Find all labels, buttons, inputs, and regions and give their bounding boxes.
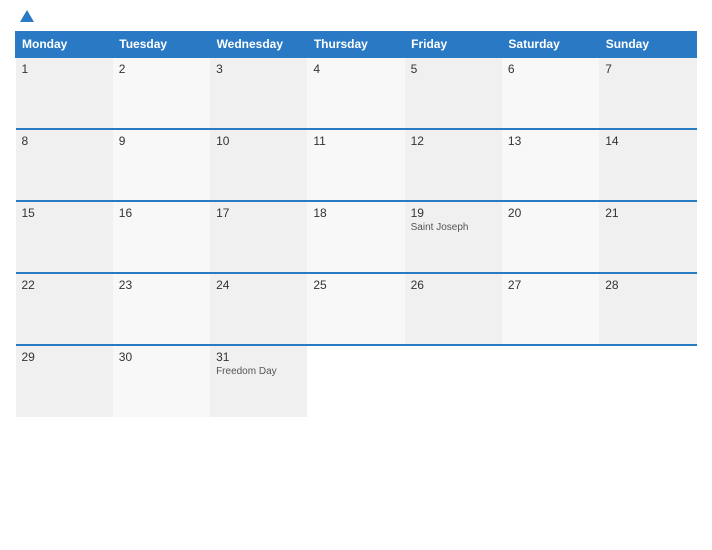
calendar-cell: 23	[113, 273, 210, 345]
calendar-week-row: 89 10 11 12 13 14	[16, 129, 697, 201]
day-number: 18	[313, 206, 398, 220]
calendar-cell	[599, 345, 696, 417]
calendar-cell: 31 Freedom Day	[210, 345, 307, 417]
day-number: 21	[605, 206, 690, 220]
day-number: 29	[22, 350, 107, 364]
calendar-cell: 8	[16, 129, 113, 201]
holiday-label: Saint Joseph	[411, 222, 496, 233]
day-number: 1	[22, 62, 107, 76]
calendar-cell: 22	[16, 273, 113, 345]
calendar-cell: 29	[16, 345, 113, 417]
calendar-cell: 11	[307, 129, 404, 201]
day-number: 24	[216, 278, 301, 292]
logo-blue-text	[20, 10, 36, 23]
day-number: 22	[22, 278, 107, 292]
col-header-tuesday: Tuesday	[113, 32, 210, 58]
calendar-cell: 17	[210, 201, 307, 273]
day-number: 6	[508, 62, 593, 76]
day-number: 11	[313, 134, 398, 148]
calendar-container: MondayTuesdayWednesdayThursdayFridaySatu…	[0, 0, 712, 550]
day-number: 28	[605, 278, 690, 292]
col-header-wednesday: Wednesday	[210, 32, 307, 58]
col-header-friday: Friday	[405, 32, 502, 58]
calendar-header-row: MondayTuesdayWednesdayThursdayFridaySatu…	[16, 32, 697, 58]
day-number: 27	[508, 278, 593, 292]
day-number: 26	[411, 278, 496, 292]
calendar-cell: 21	[599, 201, 696, 273]
calendar-header	[15, 10, 697, 23]
calendar-cell: 10	[210, 129, 307, 201]
day-number: 20	[508, 206, 593, 220]
day-number: 9	[119, 134, 204, 148]
calendar-cell	[502, 345, 599, 417]
day-number: 15	[22, 206, 107, 220]
calendar-cell: 9	[113, 129, 210, 201]
day-number: 14	[605, 134, 690, 148]
calendar-cell: 25	[307, 273, 404, 345]
calendar-cell: 6	[502, 57, 599, 129]
calendar-cell: 20	[502, 201, 599, 273]
day-number: 17	[216, 206, 301, 220]
day-number: 2	[119, 62, 204, 76]
day-number: 7	[605, 62, 690, 76]
calendar-cell: 13	[502, 129, 599, 201]
calendar-cell	[307, 345, 404, 417]
calendar-cell: 1	[16, 57, 113, 129]
day-number: 19	[411, 206, 496, 220]
calendar-cell: 7	[599, 57, 696, 129]
logo	[20, 10, 36, 23]
day-number: 25	[313, 278, 398, 292]
col-header-monday: Monday	[16, 32, 113, 58]
calendar-cell: 15	[16, 201, 113, 273]
day-number: 16	[119, 206, 204, 220]
day-number: 8	[22, 134, 107, 148]
calendar-cell: 24	[210, 273, 307, 345]
calendar-cell: 30	[113, 345, 210, 417]
calendar-week-row: 1234567	[16, 57, 697, 129]
day-number: 3	[216, 62, 301, 76]
col-header-thursday: Thursday	[307, 32, 404, 58]
logo-triangle-icon	[20, 10, 34, 22]
day-number: 12	[411, 134, 496, 148]
calendar-cell: 19 Saint Joseph	[405, 201, 502, 273]
day-number: 23	[119, 278, 204, 292]
calendar-table: MondayTuesdayWednesdayThursdayFridaySatu…	[15, 31, 697, 417]
calendar-cell: 27	[502, 273, 599, 345]
day-number: 31	[216, 350, 301, 364]
calendar-cell: 2	[113, 57, 210, 129]
day-number: 4	[313, 62, 398, 76]
day-number: 30	[119, 350, 204, 364]
calendar-cell: 28	[599, 273, 696, 345]
calendar-cell: 26	[405, 273, 502, 345]
holiday-label: Freedom Day	[216, 366, 301, 377]
calendar-cell: 18	[307, 201, 404, 273]
calendar-cell: 16	[113, 201, 210, 273]
calendar-cell: 3	[210, 57, 307, 129]
calendar-cell: 14	[599, 129, 696, 201]
calendar-week-row: 22 23 24 25 26 27 28	[16, 273, 697, 345]
day-number: 5	[411, 62, 496, 76]
col-header-saturday: Saturday	[502, 32, 599, 58]
day-number: 13	[508, 134, 593, 148]
col-header-sunday: Sunday	[599, 32, 696, 58]
calendar-week-row: 15 16 17 18 19 Saint Joseph 20 21	[16, 201, 697, 273]
calendar-week-row: 29 30 31 Freedom Day	[16, 345, 697, 417]
calendar-cell	[405, 345, 502, 417]
calendar-cell: 12	[405, 129, 502, 201]
day-number: 10	[216, 134, 301, 148]
calendar-cell: 5	[405, 57, 502, 129]
calendar-cell: 4	[307, 57, 404, 129]
